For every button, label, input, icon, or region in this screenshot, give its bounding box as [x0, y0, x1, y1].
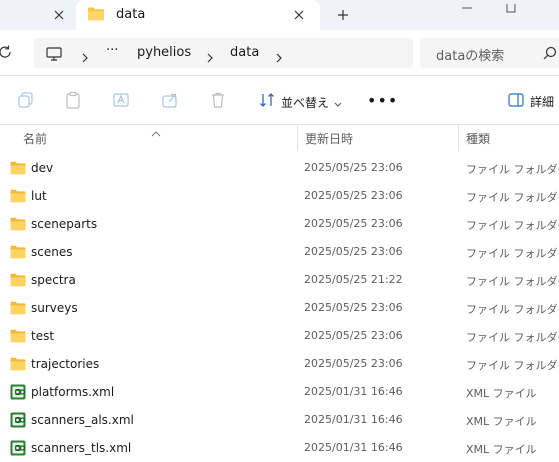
refresh-icon[interactable]	[0, 43, 14, 61]
file-date: 2025/05/25 23:06	[304, 301, 403, 314]
file-name: scanners_als.xml	[31, 413, 134, 427]
close-icon[interactable]	[288, 4, 310, 26]
file-type: ファイル フォルダー	[466, 275, 559, 288]
chevron-right-icon[interactable]	[276, 48, 282, 67]
file-date: 2025/05/25 23:06	[304, 329, 403, 342]
new-tab-button[interactable]	[331, 3, 355, 27]
breadcrumb-item-data[interactable]: data	[230, 45, 259, 60]
file-type: XML ファイル	[466, 443, 537, 456]
close-icon[interactable]	[48, 4, 70, 26]
folder-icon	[10, 188, 26, 207]
column-headers: 名前 更新日時 種類	[0, 122, 559, 151]
list-item[interactable]: surveys 2025/05/25 23:06 ファイル フォルダー	[0, 294, 559, 322]
list-item[interactable]: trajectories 2025/05/25 23:06 ファイル フォルダー	[0, 350, 559, 378]
breadcrumb[interactable]: ··· pyhelios data	[34, 38, 413, 68]
sort-label: 並べ替え	[281, 95, 330, 110]
xml-file-icon	[10, 440, 26, 460]
chevron-down-icon	[334, 93, 342, 112]
chevron-right-icon[interactable]	[82, 48, 88, 67]
chevron-right-icon[interactable]	[207, 48, 213, 67]
file-type: ファイル フォルダー	[466, 303, 559, 316]
folder-icon	[10, 328, 26, 347]
file-name: trajectories	[31, 357, 100, 371]
tab-previous[interactable]	[0, 0, 72, 30]
folder-icon	[10, 300, 26, 319]
file-date: 2025/01/31 16:46	[304, 385, 403, 398]
file-type: ファイル フォルダー	[466, 247, 559, 260]
sort-ascending-icon	[151, 122, 161, 141]
column-divider[interactable]	[458, 125, 459, 151]
delete-icon[interactable]	[209, 91, 229, 111]
share-icon[interactable]	[161, 91, 181, 111]
breadcrumb-more[interactable]: ···	[106, 43, 118, 58]
file-name: test	[31, 329, 55, 343]
tab-title: data	[116, 7, 146, 22]
command-bar: 並べ替え ••• 詳細	[0, 77, 559, 125]
file-date: 2025/05/25 23:06	[304, 357, 403, 370]
folder-icon	[10, 244, 26, 263]
sort-icon	[259, 92, 275, 112]
file-type: ファイル フォルダー	[466, 359, 559, 372]
file-type: XML ファイル	[466, 415, 537, 428]
file-date: 2025/05/25 23:06	[304, 217, 403, 230]
file-date: 2025/01/31 16:46	[304, 413, 403, 426]
list-item[interactable]: scanners_als.xml 2025/01/31 16:46 XML ファ…	[0, 406, 559, 434]
xml-file-icon	[10, 384, 26, 404]
column-divider[interactable]	[297, 125, 298, 151]
file-name: dev	[31, 161, 54, 175]
file-name: spectra	[31, 273, 76, 287]
column-header-name[interactable]: 名前	[23, 130, 47, 147]
list-item[interactable]: scenes 2025/05/25 23:06 ファイル フォルダー	[0, 238, 559, 266]
file-name: sceneparts	[31, 217, 98, 231]
search-placeholder: dataの検索	[436, 49, 505, 64]
list-item[interactable]: platforms.xml 2025/01/31 16:46 XML ファイル	[0, 378, 559, 406]
file-type: ファイル フォルダー	[466, 163, 559, 176]
list-item[interactable]: spectra 2025/05/25 21:22 ファイル フォルダー	[0, 266, 559, 294]
xml-file-icon	[10, 412, 26, 432]
list-item[interactable]: dev 2025/05/25 23:06 ファイル フォルダー	[0, 154, 559, 182]
file-date: 2025/05/25 23:06	[304, 245, 403, 258]
folder-icon	[10, 216, 26, 235]
address-row: ··· pyhelios data dataの検索	[0, 30, 559, 76]
details-pane-button[interactable]: 詳細	[508, 92, 554, 111]
folder-icon	[10, 356, 26, 375]
column-header-date[interactable]: 更新日時	[305, 130, 353, 147]
folder-icon	[87, 6, 105, 26]
list-item[interactable]: sceneparts 2025/05/25 23:06 ファイル フォルダー	[0, 210, 559, 238]
details-label: 詳細	[530, 95, 555, 109]
list-item[interactable]: lut 2025/05/25 23:06 ファイル フォルダー	[0, 182, 559, 210]
file-type: XML ファイル	[466, 387, 537, 400]
file-name: scanners_tls.xml	[31, 441, 132, 455]
file-name: surveys	[31, 301, 78, 315]
file-date: 2025/05/25 23:06	[304, 161, 403, 174]
paste-icon[interactable]	[64, 91, 84, 111]
folder-icon	[10, 272, 26, 291]
file-type: ファイル フォルダー	[466, 331, 559, 344]
sort-button[interactable]: 並べ替え	[259, 91, 342, 113]
tab-data[interactable]: data	[76, 0, 320, 30]
file-name: lut	[31, 189, 47, 203]
search-input[interactable]: dataの検索	[420, 38, 559, 68]
rename-icon[interactable]	[112, 91, 132, 111]
copy-icon[interactable]	[17, 91, 37, 111]
search-icon[interactable]	[543, 45, 557, 64]
breadcrumb-item-pyhelios[interactable]: pyhelios	[137, 45, 191, 60]
file-name: scenes	[31, 245, 73, 259]
list-item[interactable]: scanners_tls.xml 2025/01/31 16:46 XML ファ…	[0, 434, 559, 462]
tab-strip: data	[0, 0, 559, 30]
file-type: ファイル フォルダー	[466, 191, 559, 204]
list-item[interactable]: test 2025/05/25 23:06 ファイル フォルダー	[0, 322, 559, 350]
column-header-type[interactable]: 種類	[466, 130, 490, 147]
file-type: ファイル フォルダー	[466, 219, 559, 232]
computer-icon[interactable]	[46, 46, 62, 65]
file-date: 2025/01/31 16:46	[304, 441, 403, 454]
file-name: platforms.xml	[31, 385, 115, 399]
folder-icon	[10, 160, 26, 179]
details-pane-icon	[508, 92, 524, 111]
maximize-icon[interactable]	[496, 0, 526, 18]
file-date: 2025/05/25 23:06	[304, 189, 403, 202]
file-date: 2025/05/25 21:22	[304, 273, 403, 286]
more-options-button[interactable]: •••	[367, 91, 398, 110]
minimize-icon[interactable]	[452, 0, 482, 18]
